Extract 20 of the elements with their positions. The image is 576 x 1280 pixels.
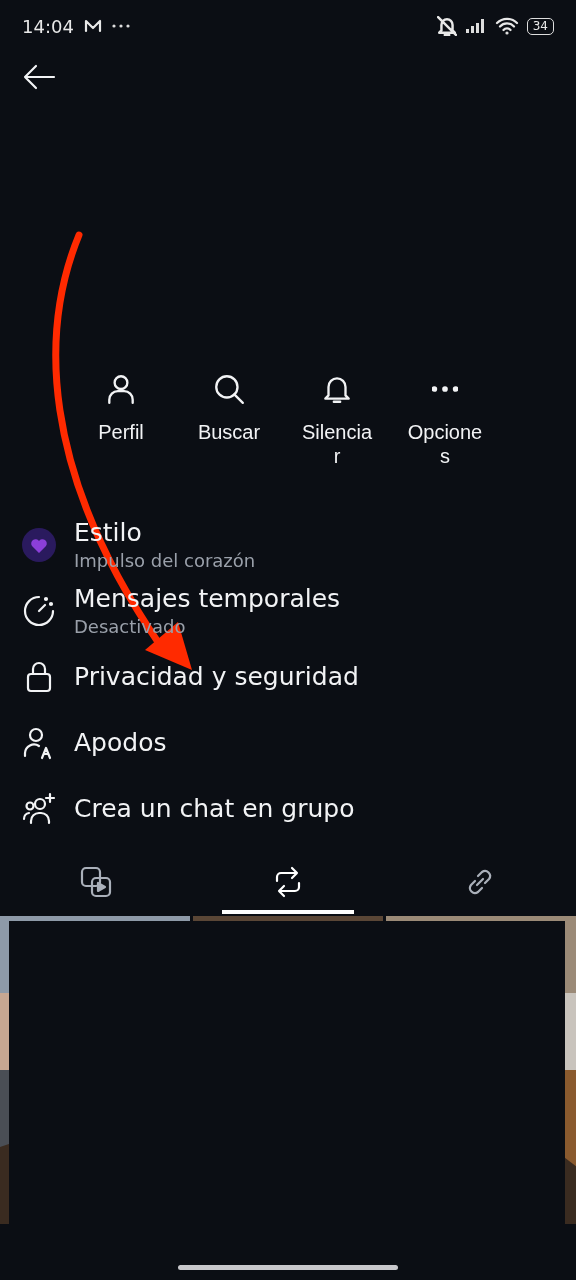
add-people-icon — [22, 792, 56, 826]
media-icon — [79, 865, 113, 899]
action-button[interactable]: Opciones — [407, 372, 483, 468]
menu-item[interactable]: Apodos — [22, 710, 554, 776]
menu-item[interactable]: Privacidad y seguridad — [22, 644, 554, 710]
action-button[interactable]: Buscar — [191, 372, 267, 444]
timer-icon — [22, 594, 56, 628]
signal-icon — [464, 18, 487, 34]
mail-icon — [83, 19, 102, 33]
status-time: 14:04 — [22, 15, 74, 37]
action-button[interactable]: Perfil — [83, 372, 159, 444]
battery-indicator: 34 — [526, 17, 554, 35]
menu-item[interactable]: Crea un chat en grupo — [22, 776, 554, 842]
back-arrow-icon[interactable] — [22, 64, 56, 90]
more-icon — [111, 24, 130, 28]
action-button[interactable]: Silenciar — [299, 372, 375, 468]
muted-bell-icon — [436, 16, 457, 36]
more-icon — [432, 386, 458, 392]
wifi-icon — [494, 17, 519, 35]
search-icon — [212, 372, 246, 406]
